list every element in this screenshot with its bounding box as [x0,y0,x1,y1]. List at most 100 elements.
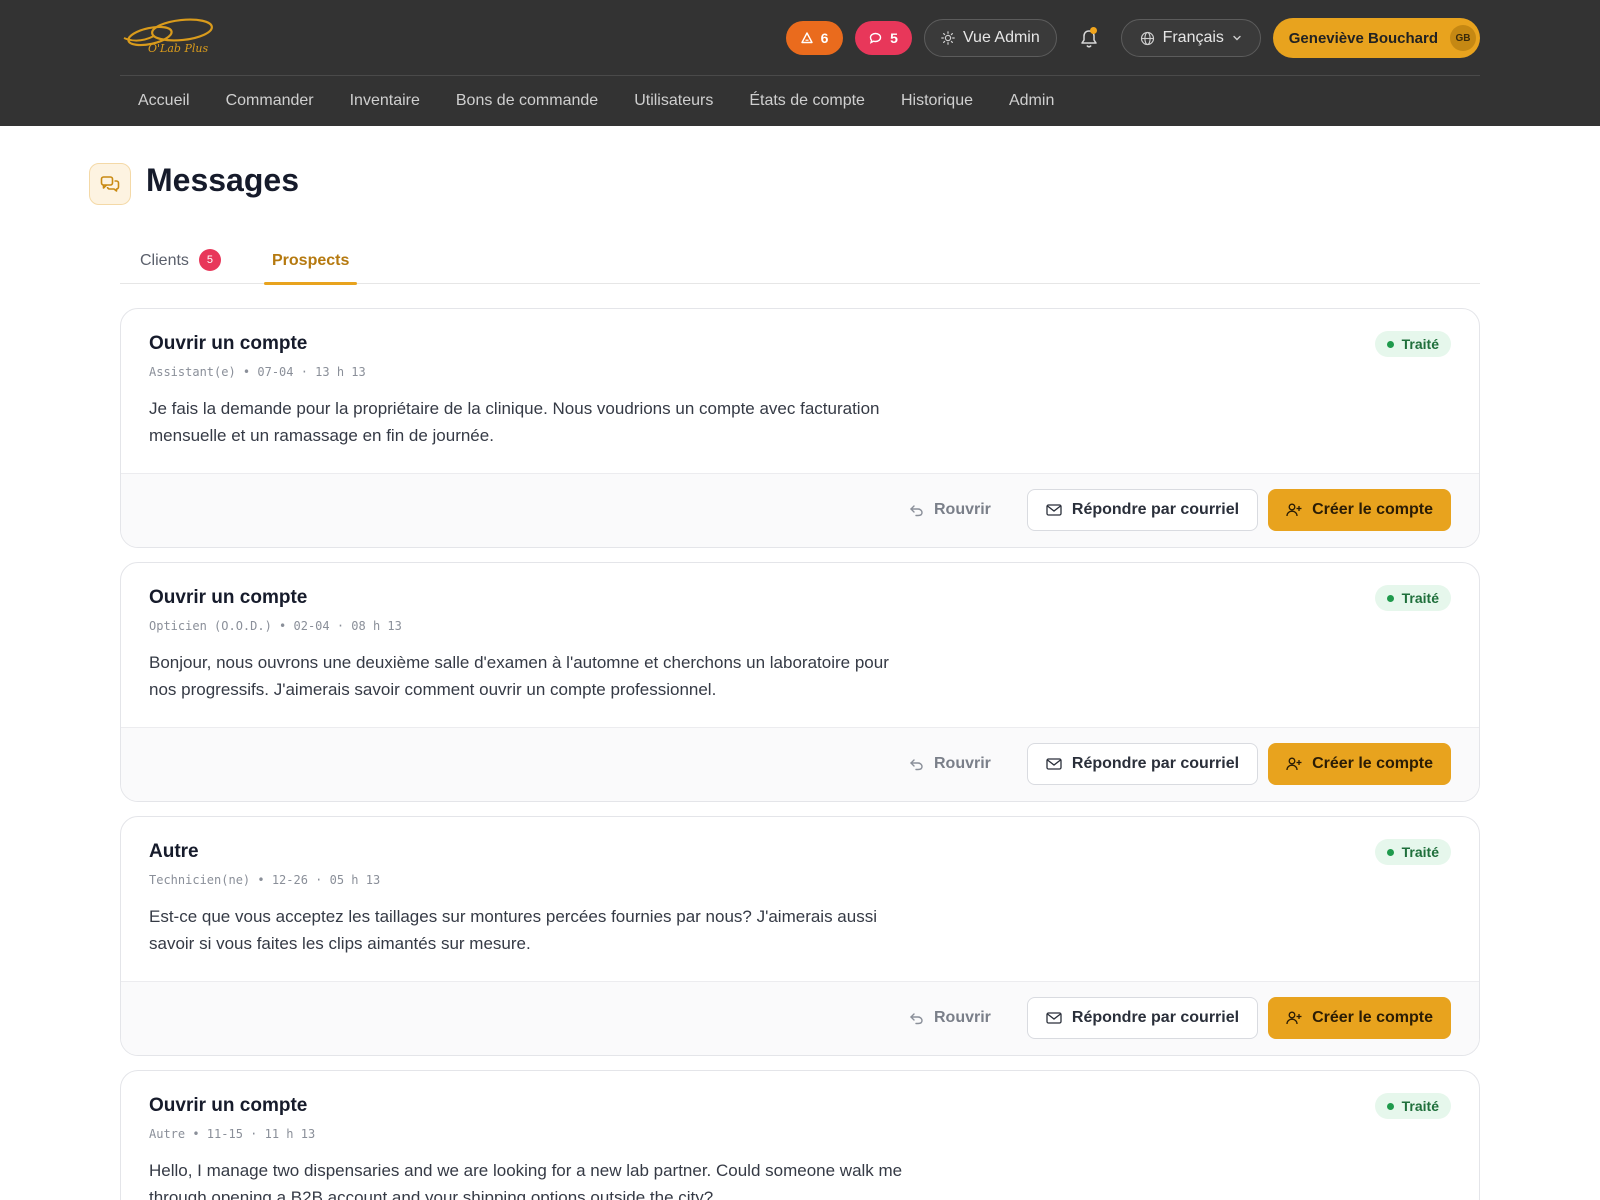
user-plus-icon [1286,757,1302,771]
messages-heading-icon [89,163,131,205]
create-account-button[interactable]: Créer le compte [1268,489,1451,531]
main-nav: Accueil Commander Inventaire Bons de com… [120,76,1072,126]
chevron-down-icon [1233,35,1241,41]
mail-icon [1046,504,1062,516]
user-name: Geneviève Bouchard [1288,29,1438,47]
message-body: Est-ce que vous acceptez les taillages s… [149,907,877,953]
nav-item-bons-de-commande[interactable]: Bons de commande [438,76,616,126]
undo-icon [910,1013,923,1025]
tab-prospects[interactable]: Prospects [264,237,358,285]
card-footer: Rouvrir Répondre par courriel Créer le c… [121,981,1479,1055]
status-dot [1386,848,1394,856]
reply-email-button[interactable]: Répondre par courriel [1026,997,1259,1039]
create-account-button[interactable]: Créer le compte [1268,743,1451,785]
reply-email-button[interactable]: Répondre par courriel [1026,489,1259,531]
language-label: Français [1162,29,1224,46]
reopen-button[interactable]: Rouvrir [891,489,1009,531]
create-account-label: Créer le compte [1312,1009,1433,1026]
card-actions: Rouvrir Répondre par courriel Créer le c… [891,489,1451,531]
notifications-button[interactable] [1069,19,1109,57]
globe-icon [1140,31,1154,45]
tab-clients[interactable]: Clients 5 [140,237,221,284]
status-label: Traité [1401,590,1439,606]
reopen-label: Rouvrir [934,501,991,518]
nav-item-accueil[interactable]: Accueil [120,76,208,126]
message-card: Ouvrir un compte Opticien (O.O.D.) • 02-… [120,562,1480,802]
avatar: GB [1450,25,1476,51]
create-account-button[interactable]: Créer le compte [1268,997,1451,1039]
message-title: Ouvrir un compte [149,333,308,354]
messages-count: 5 [890,30,898,46]
card-footer: Rouvrir Répondre par courriel Créer le c… [121,727,1479,801]
message-title: Autre [149,841,199,862]
create-account-label: Créer le compte [1312,755,1433,772]
message-meta: Autre • 11-15 · 11 h 13 [149,1127,316,1141]
card-footer: Rouvrir Répondre par courriel Créer le c… [121,473,1479,547]
message-body: Je fais la demande pour la propriétaire … [149,399,880,445]
nav-item-historique[interactable]: Historique [883,76,991,126]
message-body: Hello, I manage two dispensaries and we … [149,1161,903,1200]
status-dot [1386,594,1394,602]
tab-prospects-label: Prospects [272,251,350,269]
status-badge: Traité [1374,585,1451,611]
chat-bubble-icon [869,32,882,44]
reopen-label: Rouvrir [934,1009,991,1026]
undo-icon [910,759,923,771]
card-actions: Rouvrir Répondre par courriel Créer le c… [891,997,1451,1039]
tabs: Clients 5 Prospects [120,237,1480,285]
status-dot [1386,1102,1394,1110]
message-card: Autre Technicien(ne) • 12-26 · 05 h 13 E… [120,816,1480,1056]
logo-text: O'Lab Plus [148,42,209,55]
message-meta: Technicien(ne) • 12-26 · 05 h 13 [149,873,381,887]
messages-button[interactable]: 5 [854,21,912,55]
status-badge: Traité [1374,839,1451,865]
reopen-button[interactable]: Rouvrir [891,743,1009,785]
reply-email-label: Répondre par courriel [1071,1009,1240,1026]
message-title: Ouvrir un compte [149,1095,308,1116]
tab-clients-label: Clients [140,251,189,269]
page-title: Messages [146,162,299,198]
status-dot [1386,340,1394,348]
status-badge: Traité [1374,331,1451,357]
reopen-label: Rouvrir [934,755,991,772]
message-meta: Assistant(e) • 07-04 · 13 h 13 [149,365,366,379]
reopen-button[interactable]: Rouvrir [891,997,1009,1039]
undo-icon [910,505,923,517]
reply-email-label: Répondre par courriel [1071,501,1240,518]
sun-icon [941,31,955,45]
message-title: Ouvrir un compte [149,587,308,608]
status-badge: Traité [1374,1093,1451,1119]
nav-item-etats-de-compte[interactable]: États de compte [731,76,883,126]
tab-clients-badge: 5 [198,248,221,271]
status-label: Traité [1401,336,1439,352]
reply-email-button[interactable]: Répondre par courriel [1026,743,1259,785]
reply-email-label: Répondre par courriel [1071,755,1240,772]
warning-icon [800,32,813,44]
top-actions: 6 5 Vue Admin Français Geneviève Bouchar… [785,18,1480,58]
logo[interactable]: O'Lab Plus [120,14,220,60]
status-label: Traité [1401,1098,1439,1114]
chat-bubbles-icon [100,176,120,192]
mail-icon [1046,758,1062,770]
user-plus-icon [1286,503,1302,517]
mail-icon [1046,1012,1062,1024]
message-card: Ouvrir un compte Autre • 11-15 · 11 h 13… [120,1070,1480,1200]
status-label: Traité [1401,844,1439,860]
message-meta: Opticien (O.O.D.) • 02-04 · 08 h 13 [149,619,402,633]
language-select[interactable]: Français [1120,19,1261,57]
user-plus-icon [1286,1011,1302,1025]
nav-item-admin[interactable]: Admin [991,76,1072,126]
nav-item-commander[interactable]: Commander [208,76,332,126]
user-menu[interactable]: Geneviève Bouchard GB [1272,18,1480,58]
card-actions: Rouvrir Répondre par courriel Créer le c… [891,743,1451,785]
nav-item-utilisateurs[interactable]: Utilisateurs [616,76,731,126]
admin-view-toggle[interactable]: Vue Admin [923,19,1057,57]
notification-dot [1089,27,1097,34]
alerts-count: 6 [820,30,829,46]
top-bar: O'Lab Plus 6 5 Vue Admin Français Genevi… [0,0,1600,126]
nav-item-inventaire[interactable]: Inventaire [332,76,438,126]
create-account-label: Créer le compte [1312,501,1433,518]
message-card: Ouvrir un compte Assistant(e) • 07-04 · … [120,308,1480,548]
alerts-button[interactable]: 6 [785,21,843,55]
admin-view-label: Vue Admin [962,29,1040,46]
